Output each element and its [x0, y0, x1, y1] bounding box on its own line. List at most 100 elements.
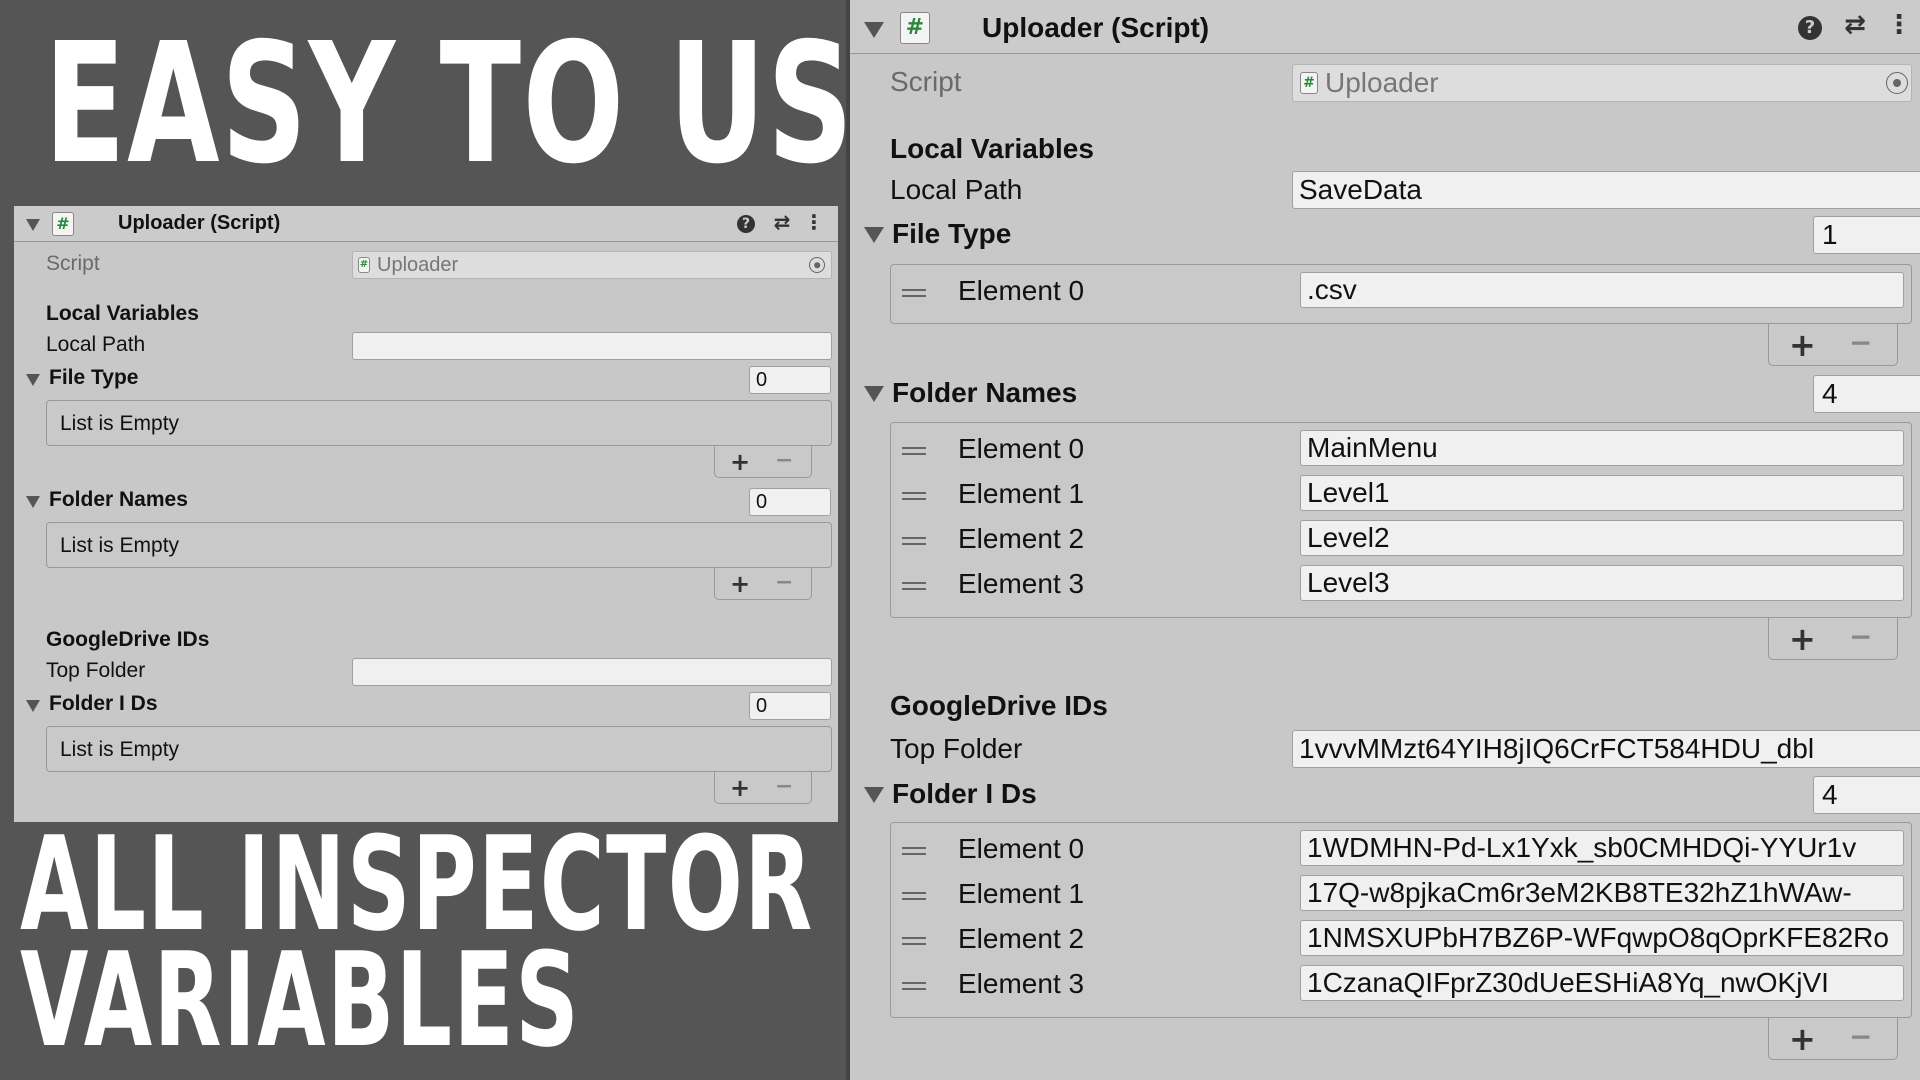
- folder-names-label: Folder Names: [49, 488, 188, 511]
- local-path-field[interactable]: [352, 332, 832, 360]
- element-label: Element 1: [958, 878, 1085, 909]
- drag-handle-icon[interactable]: [902, 537, 926, 545]
- folder-ids-list-footer: + −: [714, 772, 812, 804]
- file-type-label: File Type: [892, 218, 1012, 249]
- foldout-arrow-icon[interactable]: [864, 22, 884, 38]
- element-value-field[interactable]: MainMenu: [1300, 430, 1904, 466]
- element-value-field[interactable]: .csv: [1300, 272, 1904, 308]
- script-hash-icon: #: [52, 212, 74, 236]
- remove-element-button[interactable]: −: [1849, 620, 1872, 653]
- element-label: Element 0: [958, 433, 1085, 464]
- file-type-label: File Type: [49, 366, 139, 389]
- element-value-field[interactable]: Level1: [1300, 475, 1904, 511]
- drag-handle-icon[interactable]: [902, 982, 926, 990]
- script-value: Uploader: [1325, 67, 1439, 98]
- add-element-button[interactable]: +: [1789, 1020, 1816, 1058]
- script-object-field[interactable]: Uploader: [352, 251, 832, 279]
- file-type-empty-text: List is Empty: [60, 412, 180, 435]
- element-label: Element 2: [958, 523, 1085, 554]
- help-icon[interactable]: ?: [737, 215, 755, 233]
- file-type-list-footer: + −: [1768, 324, 1898, 366]
- kebab-menu-icon[interactable]: ⋮: [1886, 10, 1912, 44]
- drag-handle-icon[interactable]: [902, 847, 926, 855]
- folder-names-list-footer: + −: [714, 568, 812, 600]
- element-value-field[interactable]: Level3: [1300, 565, 1904, 601]
- element-label: Element 3: [958, 968, 1085, 999]
- headline-variables: VARIABLES: [20, 924, 581, 1076]
- presets-icon[interactable]: ⇄: [770, 210, 794, 236]
- element-value-field[interactable]: 17Q-w8pjkaCm6r3eM2KB8TE32hZ1hWAw-: [1300, 875, 1904, 911]
- foldout-arrow-icon[interactable]: [26, 374, 40, 386]
- script-value: Uploader: [377, 254, 459, 276]
- presets-icon[interactable]: ⇄: [1840, 10, 1870, 44]
- drag-handle-icon[interactable]: [902, 937, 926, 945]
- drag-handle-icon[interactable]: [902, 582, 926, 590]
- folder-names-size-field[interactable]: 4: [1813, 375, 1920, 413]
- object-picker-icon[interactable]: [1886, 72, 1908, 94]
- folder-names-label: Folder Names: [892, 377, 1078, 408]
- foldout-arrow-icon[interactable]: [864, 386, 884, 402]
- folder-ids-list-footer: + −: [1768, 1018, 1898, 1060]
- kebab-menu-icon[interactable]: ⋮: [804, 210, 824, 236]
- script-label: Script: [46, 252, 100, 275]
- folder-ids-size-field[interactable]: 4: [1813, 776, 1920, 814]
- small-inspector-panel: # Uploader (Script) ? ⇄ ⋮ Script Uploade…: [14, 206, 838, 822]
- folder-ids-label: Folder I Ds: [49, 692, 158, 715]
- top-folder-field[interactable]: [352, 658, 832, 686]
- element-value-field[interactable]: 1CzanaQIFprZ30dUeESHiA8Yq_nwOKjVI: [1300, 965, 1904, 1001]
- foldout-arrow-icon[interactable]: [26, 496, 40, 508]
- add-element-button[interactable]: +: [730, 570, 750, 598]
- local-variables-heading: Local Variables: [46, 302, 199, 325]
- add-element-button[interactable]: +: [730, 774, 750, 802]
- help-icon[interactable]: ?: [1798, 16, 1822, 40]
- local-variables-heading: Local Variables: [890, 133, 1094, 164]
- script-object-field[interactable]: Uploader: [1292, 64, 1912, 102]
- add-element-button[interactable]: +: [1789, 326, 1816, 364]
- folder-ids-label: Folder I Ds: [892, 778, 1037, 809]
- element-value-field[interactable]: Level2: [1300, 520, 1904, 556]
- remove-element-button[interactable]: −: [775, 448, 793, 473]
- folder-ids-size-field[interactable]: 0: [749, 692, 831, 720]
- foldout-arrow-icon[interactable]: [26, 219, 40, 231]
- file-type-list-footer: + −: [714, 446, 812, 478]
- folder-names-empty-text: List is Empty: [60, 534, 180, 557]
- top-folder-field[interactable]: 1vvvMMzt64YIH8jIQ6CrFCT584HDU_dbl: [1292, 730, 1920, 768]
- drag-handle-icon[interactable]: [902, 492, 926, 500]
- remove-element-button[interactable]: −: [775, 774, 793, 799]
- script-hash-icon: #: [1300, 72, 1318, 94]
- folder-ids-empty-text: List is Empty: [60, 738, 180, 761]
- local-path-label: Local Path: [890, 174, 1023, 205]
- drag-handle-icon[interactable]: [902, 289, 926, 297]
- element-label: Element 0: [958, 833, 1085, 864]
- folder-names-size-field[interactable]: 0: [749, 488, 831, 516]
- script-hash-icon: #: [358, 257, 370, 273]
- headline-easy-to-use: EASY TO USE: [44, 8, 938, 201]
- googledrive-ids-heading: GoogleDrive IDs: [46, 628, 210, 651]
- foldout-arrow-icon[interactable]: [864, 787, 884, 803]
- drag-handle-icon[interactable]: [902, 447, 926, 455]
- script-hash-icon: #: [900, 12, 930, 44]
- drag-handle-icon[interactable]: [902, 892, 926, 900]
- element-label: Element 1: [958, 478, 1085, 509]
- element-label: Element 0: [958, 275, 1085, 306]
- script-label: Script: [890, 66, 962, 97]
- component-title: Uploader (Script): [118, 212, 281, 234]
- add-element-button[interactable]: +: [1789, 620, 1816, 658]
- googledrive-ids-heading: GoogleDrive IDs: [890, 690, 1108, 721]
- remove-element-button[interactable]: −: [1849, 326, 1872, 359]
- local-path-field[interactable]: SaveData: [1292, 171, 1920, 209]
- element-value-field[interactable]: 1WDMHN-Pd-Lx1Yxk_sb0CMHDQi-YYUr1v: [1300, 830, 1904, 866]
- foldout-arrow-icon[interactable]: [26, 700, 40, 712]
- foldout-arrow-icon[interactable]: [864, 227, 884, 243]
- element-label: Element 3: [958, 568, 1085, 599]
- object-picker-icon[interactable]: [809, 257, 825, 273]
- file-type-size-field[interactable]: 0: [749, 366, 831, 394]
- remove-element-button[interactable]: −: [1849, 1020, 1872, 1053]
- element-label: Element 2: [958, 923, 1085, 954]
- remove-element-button[interactable]: −: [775, 570, 793, 595]
- top-folder-label: Top Folder: [890, 733, 1023, 764]
- element-value-field[interactable]: 1NMSXUPbH7BZ6P-WFqwpO8qOprKFE82Ro: [1300, 920, 1904, 956]
- local-path-label: Local Path: [46, 333, 146, 356]
- add-element-button[interactable]: +: [730, 448, 750, 476]
- file-type-size-field[interactable]: 1: [1813, 216, 1920, 254]
